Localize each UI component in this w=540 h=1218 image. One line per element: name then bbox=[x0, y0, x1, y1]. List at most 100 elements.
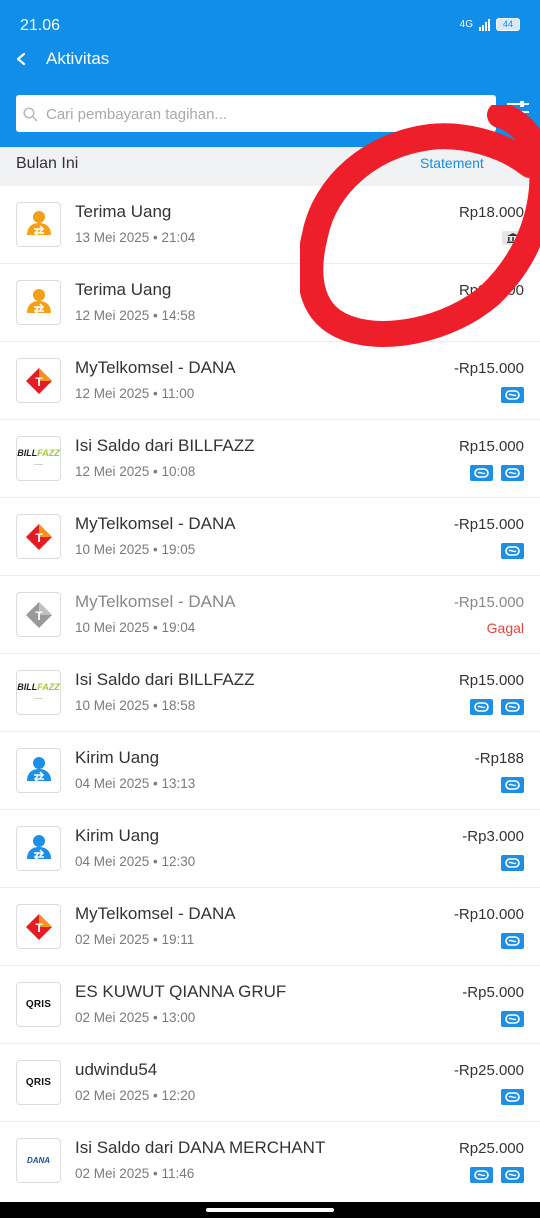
payment-method-badges bbox=[470, 699, 524, 715]
back-button[interactable] bbox=[14, 48, 28, 70]
transaction-row[interactable]: QRIS ES KUWUT QIANNA GRUF 02 Mei 2025 • 13… bbox=[0, 966, 540, 1044]
chevron-left-icon bbox=[16, 52, 26, 66]
telkomsel-icon: T bbox=[16, 514, 61, 559]
home-indicator bbox=[0, 1202, 540, 1218]
transaction-row[interactable]: BILLFAZZ ——— Isi Saldo dari BILLFAZZ 12 Mei… bbox=[0, 420, 540, 498]
transaction-row[interactable]: Kirim Uang 04 Mei 2025 • 12:30 -Rp3.000 bbox=[0, 810, 540, 888]
qris-logo: QRIS bbox=[16, 982, 61, 1027]
transaction-name: Isi Saldo dari BILLFAZZ bbox=[75, 436, 255, 455]
payment-method-badges bbox=[501, 1011, 524, 1027]
transaction-row[interactable]: DANA Isi Saldo dari DANA MERCHANT 02 Mei 2… bbox=[0, 1122, 540, 1199]
transaction-name: Isi Saldo dari DANA MERCHANT bbox=[75, 1138, 326, 1157]
receive-money-icon bbox=[16, 280, 61, 325]
transaction-name: udwindu54 bbox=[75, 1060, 158, 1079]
statement-link[interactable]: Statement bbox=[420, 155, 484, 171]
telkomsel-icon: T bbox=[16, 904, 61, 949]
search-input[interactable] bbox=[44, 95, 488, 134]
status-time: 21.06 bbox=[20, 17, 61, 34]
payment-method-badges bbox=[501, 543, 524, 559]
transaction-amount: -Rp15.000 bbox=[453, 594, 524, 611]
filter-icon[interactable] bbox=[506, 98, 530, 126]
transaction-amount: -Rp15.000 bbox=[453, 360, 524, 377]
battery-icon: 44 bbox=[496, 18, 520, 31]
transaction-amount: -Rp188 bbox=[474, 750, 524, 767]
receive-money-icon bbox=[16, 202, 61, 247]
transaction-amount: Rp15.000 bbox=[458, 438, 524, 455]
billfazz-logo: BILLFAZZ ——— bbox=[16, 436, 61, 481]
transaction-name: MyTelkomsel - DANA bbox=[75, 358, 236, 377]
transaction-date: 02 Mei 2025 • 12:20 bbox=[75, 1088, 196, 1103]
transaction-row[interactable]: Terima Uang 12 Mei 2025 • 14:58 Rp32.000 bbox=[0, 264, 540, 342]
search-icon bbox=[23, 107, 38, 122]
transaction-date: 12 Mei 2025 • 14:58 bbox=[75, 308, 196, 323]
transaction-row[interactable]: QRIS udwindu54 02 Mei 2025 • 12:20 -Rp25.00… bbox=[0, 1044, 540, 1122]
transaction-name: Isi Saldo dari BILLFAZZ bbox=[75, 670, 255, 689]
dana-wallet-icon bbox=[470, 465, 493, 481]
transaction-name: MyTelkomsel - DANA bbox=[75, 904, 236, 923]
search-bar[interactable] bbox=[16, 95, 496, 134]
svg-text:T: T bbox=[35, 375, 43, 389]
payment-method-badges bbox=[501, 387, 524, 403]
month-section-header: Bulan Ini Statement bbox=[0, 147, 540, 186]
payment-method-badges bbox=[502, 231, 524, 245]
transaction-row[interactable]: Kirim Uang 04 Mei 2025 • 13:13 -Rp188 bbox=[0, 732, 540, 810]
qris-logo: QRIS bbox=[16, 1060, 61, 1105]
page-title: Aktivitas bbox=[46, 49, 110, 68]
payment-method-badges bbox=[470, 1167, 524, 1183]
transaction-row[interactable]: BILLFAZZ ——— Isi Saldo dari BILLFAZZ 10 Mei… bbox=[0, 654, 540, 732]
transaction-name: MyTelkomsel - DANA bbox=[75, 592, 236, 611]
transaction-date: 13 Mei 2025 • 21:04 bbox=[75, 230, 196, 245]
bank-icon bbox=[502, 231, 524, 245]
dana-wallet-icon bbox=[470, 699, 493, 715]
transaction-name: Kirim Uang bbox=[75, 748, 160, 767]
transaction-row[interactable]: T MyTelkomsel - DANA 10 Mei 2025 • 19:04 -R… bbox=[0, 576, 540, 654]
telkomsel-icon: T bbox=[16, 358, 61, 403]
dana-wallet-icon bbox=[501, 1167, 524, 1183]
transaction-date: 10 Mei 2025 • 18:58 bbox=[75, 698, 196, 713]
payment-method-badges bbox=[470, 465, 524, 481]
payment-method-badges bbox=[501, 855, 524, 871]
transaction-amount: -Rp10.000 bbox=[453, 906, 524, 923]
dana-wallet-icon bbox=[501, 777, 524, 793]
failed-status: Gagal bbox=[486, 620, 524, 636]
dana-wallet-icon bbox=[501, 1089, 524, 1105]
transaction-row[interactable]: T MyTelkomsel - DANA 02 Mei 2025 • 19:11 -R… bbox=[0, 888, 540, 966]
transaction-date: 12 Mei 2025 • 11:00 bbox=[75, 386, 195, 401]
status-icons: 4G 44 bbox=[460, 18, 520, 31]
transaction-row[interactable]: Terima Uang 13 Mei 2025 • 21:04 Rp18.000 bbox=[0, 186, 540, 264]
transaction-amount: Rp18.000 bbox=[458, 204, 524, 221]
section-label: Bulan Ini bbox=[16, 155, 79, 172]
transaction-list: Terima Uang 13 Mei 2025 • 21:04 Rp18.000 Te… bbox=[0, 186, 540, 1199]
dana-wallet-icon bbox=[470, 1167, 493, 1183]
transaction-name: ES KUWUT QIANNA GRUF bbox=[75, 982, 287, 1001]
transaction-date: 02 Mei 2025 • 19:11 bbox=[75, 932, 195, 947]
transaction-name: Terima Uang bbox=[75, 202, 172, 221]
dana-wallet-icon bbox=[501, 933, 524, 949]
transaction-amount: -Rp25.000 bbox=[453, 1062, 524, 1079]
dana-logo: DANA bbox=[16, 1138, 61, 1183]
dana-wallet-icon bbox=[501, 465, 524, 481]
transaction-row[interactable]: T MyTelkomsel - DANA 10 Mei 2025 • 19:05 -R… bbox=[0, 498, 540, 576]
transaction-name: Kirim Uang bbox=[75, 826, 160, 845]
payment-method-badges bbox=[501, 777, 524, 793]
app-header: 21.06 4G 44 Aktivitas bbox=[0, 0, 540, 147]
telkomsel-icon: T bbox=[16, 592, 61, 637]
transaction-amount: -Rp3.000 bbox=[462, 828, 524, 845]
network-label: 4G bbox=[459, 19, 473, 30]
transaction-name: MyTelkomsel - DANA bbox=[75, 514, 236, 533]
transaction-amount: Rp25.000 bbox=[458, 1140, 524, 1157]
signal-icon bbox=[479, 18, 490, 31]
transaction-row[interactable]: T MyTelkomsel - DANA 12 Mei 2025 • 11:00 -R… bbox=[0, 342, 540, 420]
svg-text:T: T bbox=[35, 531, 43, 545]
transaction-amount: Rp32.000 bbox=[458, 282, 524, 299]
transaction-date: 12 Mei 2025 • 10:08 bbox=[75, 464, 196, 479]
transaction-amount: -Rp15.000 bbox=[453, 516, 524, 533]
dana-wallet-icon bbox=[501, 1011, 524, 1027]
send-money-icon bbox=[16, 748, 61, 793]
dana-wallet-icon bbox=[501, 543, 524, 559]
transaction-date: 02 Mei 2025 • 11:46 bbox=[75, 1166, 195, 1181]
dana-wallet-icon bbox=[501, 855, 524, 871]
transaction-amount: Rp15.000 bbox=[458, 672, 524, 689]
transaction-date: 10 Mei 2025 • 19:04 bbox=[75, 620, 196, 635]
payment-method-badges bbox=[501, 1089, 524, 1105]
